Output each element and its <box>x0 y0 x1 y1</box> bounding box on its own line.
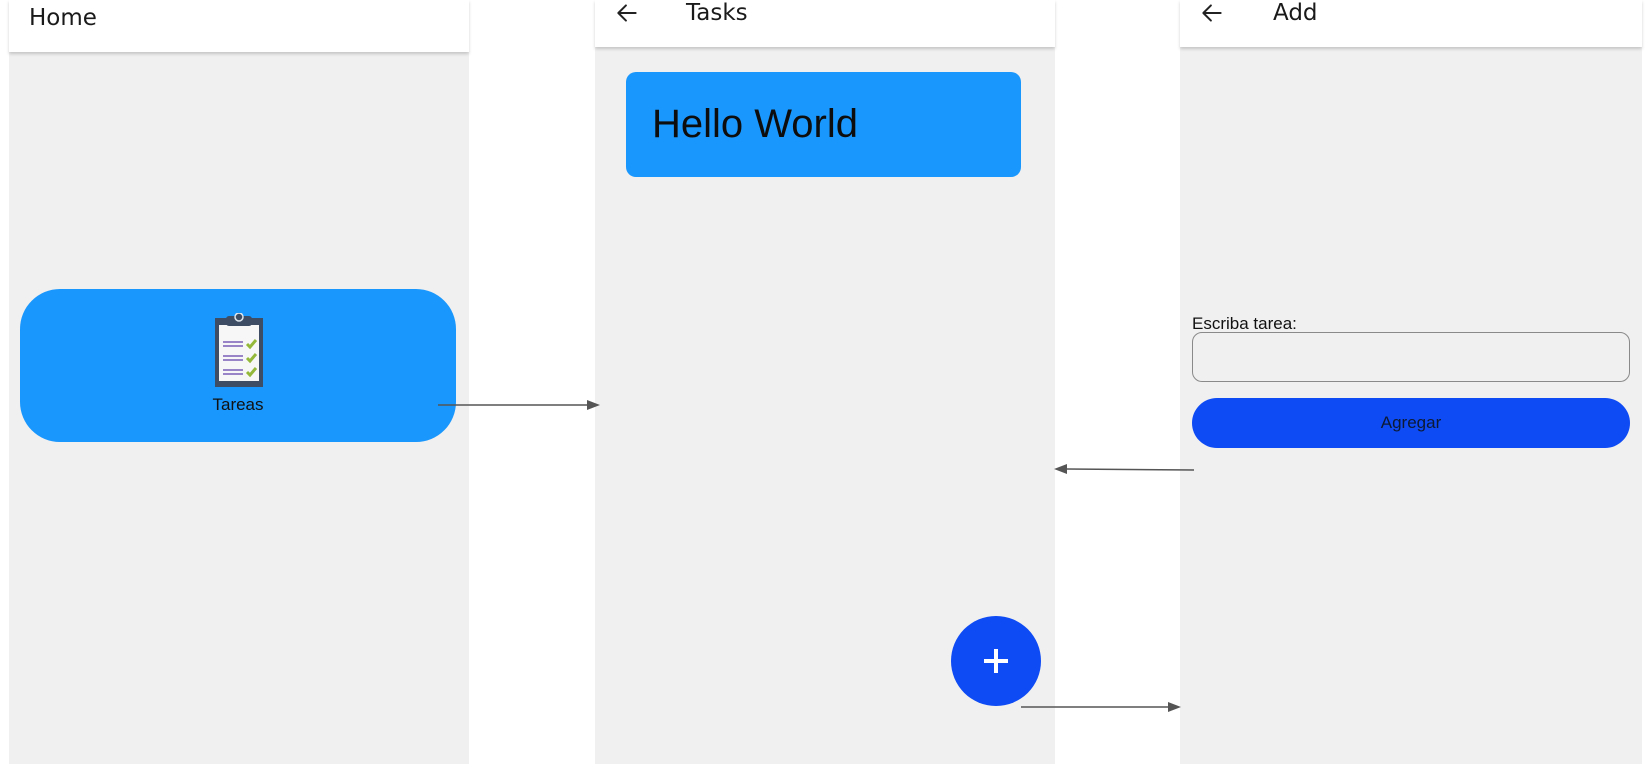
home-title: Home <box>29 5 97 31</box>
plus-icon <box>984 649 1008 673</box>
tile-label: Tareas <box>212 395 264 414</box>
home-tile-tareas[interactable]: Tareas <box>20 289 456 442</box>
clipboard-checklist-icon <box>215 313 263 387</box>
add-screen: Add Escriba tarea: Agregar <box>1180 0 1642 764</box>
tasks-title: Tasks <box>686 0 748 26</box>
flow-diagram: Home Tareas Tasks Hello World Add Escrib… <box>0 0 1649 764</box>
add-task-fab[interactable] <box>951 616 1041 706</box>
task-card[interactable]: Hello World <box>626 72 1021 177</box>
arrow-left-icon[interactable] <box>614 0 640 26</box>
add-button[interactable]: Agregar <box>1192 398 1630 448</box>
task-input[interactable] <box>1192 332 1630 382</box>
arrow-left-icon[interactable] <box>1199 0 1225 26</box>
tasks-app-bar: Tasks <box>595 0 1055 47</box>
tasks-screen: Tasks Hello World <box>595 0 1055 764</box>
task-field-label: Escriba tarea: <box>1192 314 1297 333</box>
home-app-bar: Home <box>9 0 469 52</box>
home-screen: Home Tareas <box>9 0 469 764</box>
add-app-bar: Add <box>1180 0 1642 47</box>
add-title: Add <box>1273 0 1318 26</box>
task-card-text: Hello World <box>652 102 858 146</box>
flow-arrow-add-to-tasks <box>1054 464 1195 474</box>
